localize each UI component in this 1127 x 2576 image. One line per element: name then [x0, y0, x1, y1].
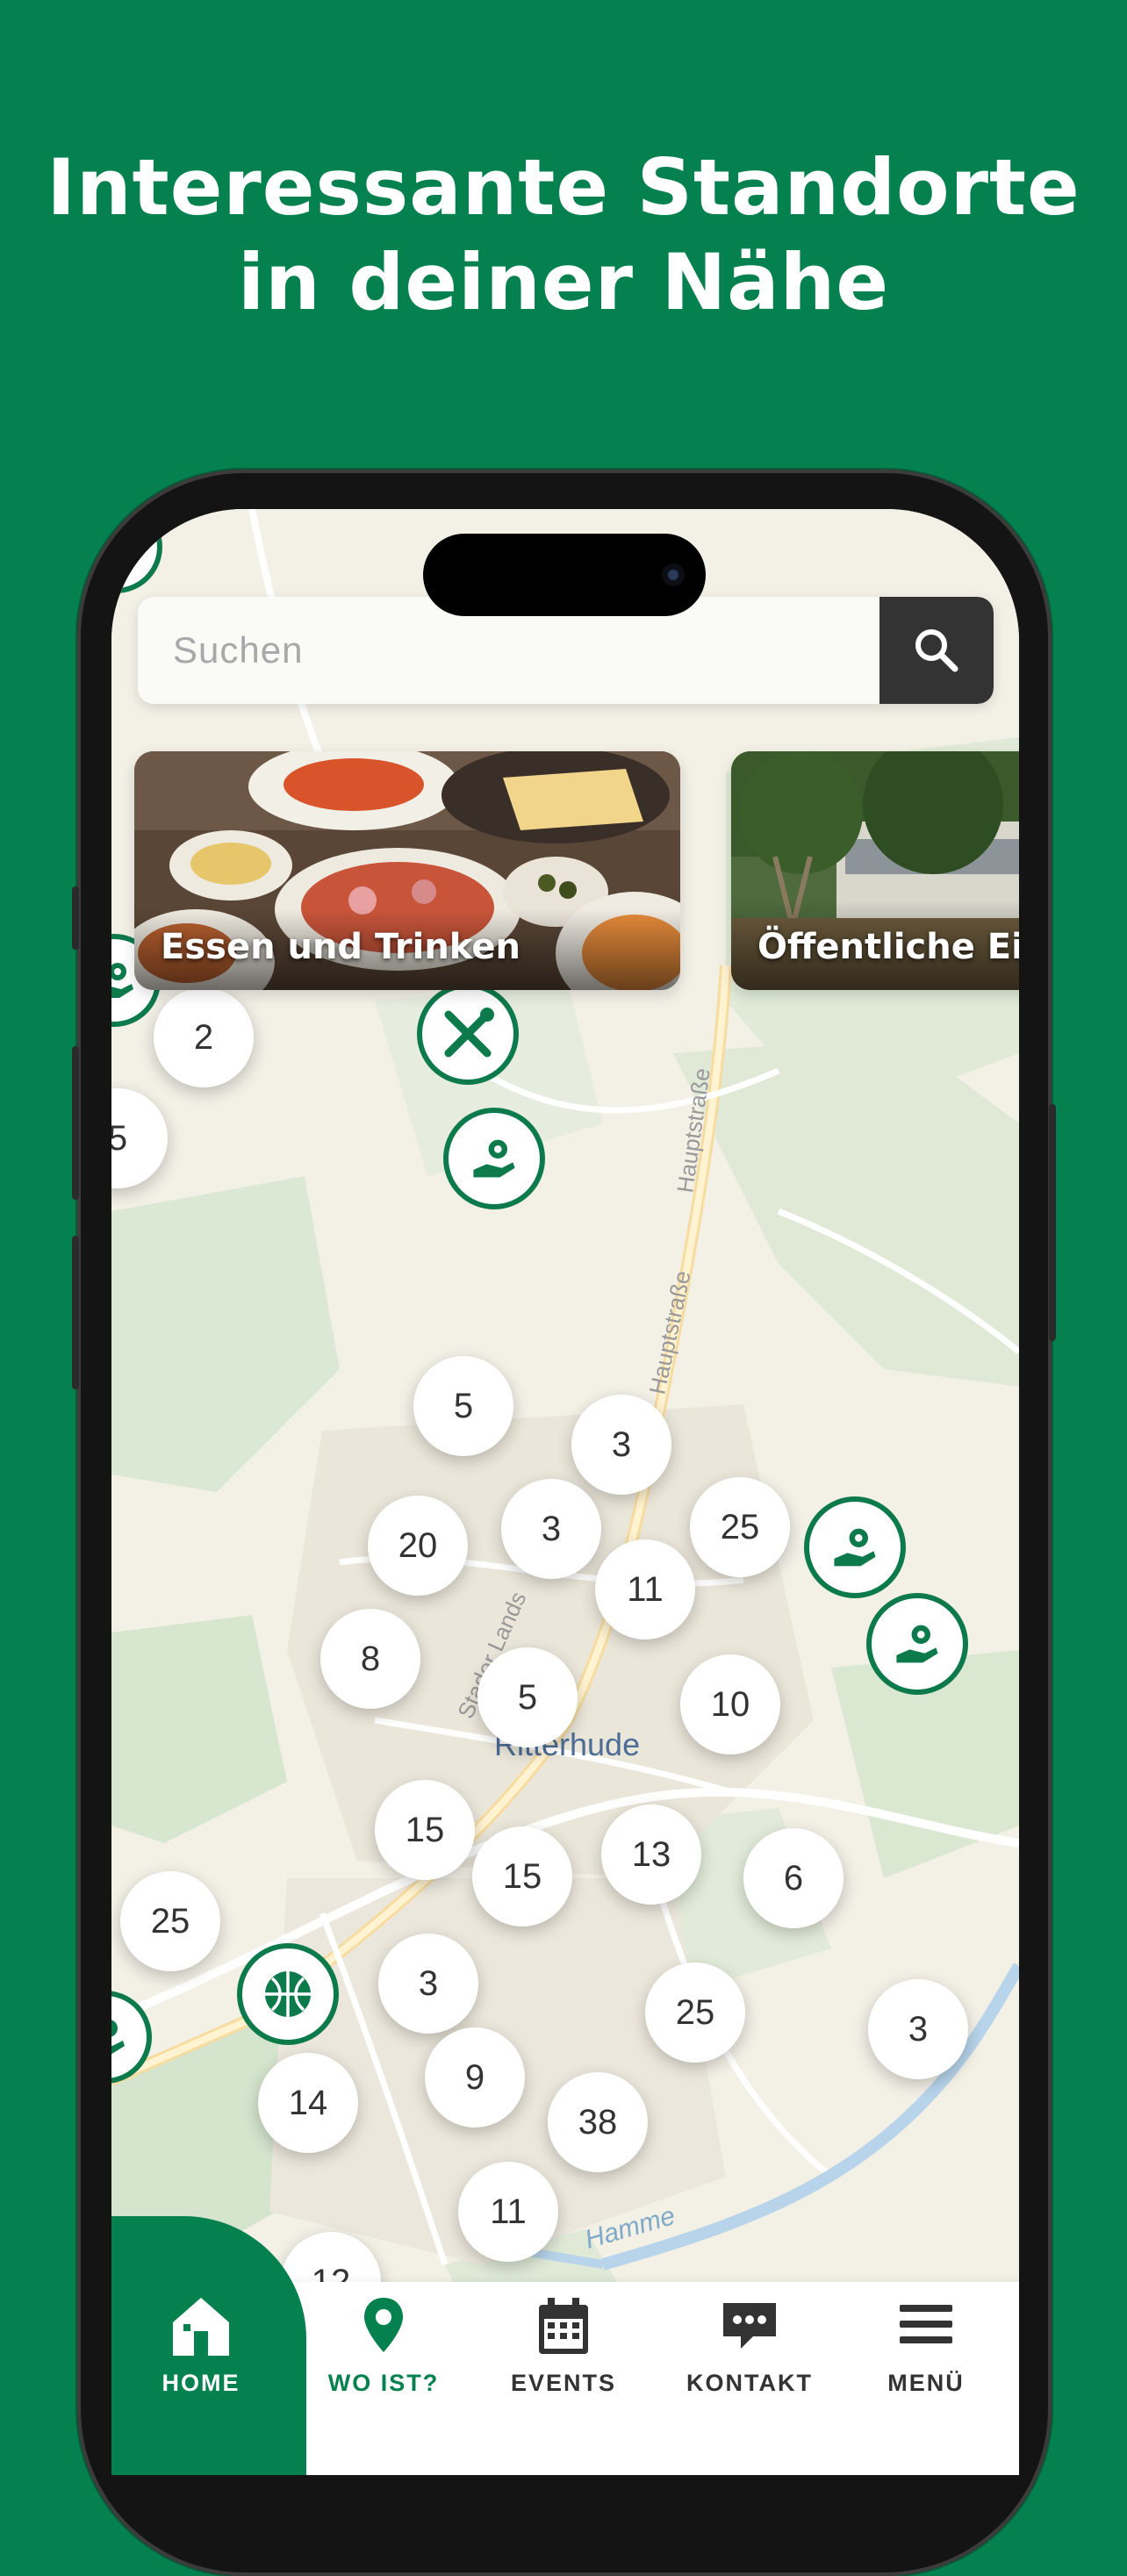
cluster-marker[interactable]: 20: [368, 1496, 468, 1596]
category-card-essen-und-trinken[interactable]: Essen und Trinken: [134, 751, 680, 990]
phone-mute-button: [72, 886, 79, 950]
front-camera-icon: [662, 563, 685, 586]
category-card-label: Essen und Trinken: [161, 927, 520, 967]
poi-marker-service[interactable]: [866, 1593, 968, 1695]
cluster-marker[interactable]: 2: [154, 987, 254, 1087]
nav-label: WO IST?: [327, 2370, 440, 2396]
poi-marker-sports[interactable]: [237, 1943, 339, 2045]
nav-label: EVENTS: [510, 2370, 617, 2396]
nav-item-wo-ist[interactable]: WO IST?: [296, 2291, 471, 2397]
location-pin-icon: [364, 2298, 403, 2352]
category-card-label: Öffentliche Ei: [757, 927, 1019, 967]
cluster-marker[interactable]: 8: [320, 1609, 420, 1709]
cluster-marker[interactable]: 25: [120, 1871, 220, 1971]
gear-hand-icon: [473, 1139, 515, 1178]
phone-power-button: [1049, 1104, 1056, 1341]
phone-volume-down-button: [72, 1236, 79, 1389]
nav-label: HOME: [162, 2370, 240, 2396]
phone-volume-up-button: [72, 1046, 79, 1200]
calendar-icon: [539, 2298, 588, 2354]
cluster-marker[interactable]: 3: [501, 1479, 601, 1579]
cluster-marker[interactable]: 14: [258, 2053, 358, 2153]
cluster-marker[interactable]: 6: [743, 1828, 843, 1928]
gear-hand-icon: [896, 1625, 938, 1663]
headline-line-1: Interessante Standorte: [47, 142, 1080, 233]
cluster-marker[interactable]: 10: [680, 1654, 780, 1754]
cluster-marker[interactable]: 13: [601, 1805, 701, 1905]
cluster-marker[interactable]: 38: [548, 2072, 648, 2172]
poi-marker-service[interactable]: [804, 1496, 906, 1598]
nav-item-events[interactable]: EVENTS: [476, 2291, 651, 2397]
search-button[interactable]: [879, 597, 994, 704]
cluster-marker[interactable]: 15: [375, 1780, 475, 1880]
tools-icon: [444, 1008, 494, 1058]
cluster-marker[interactable]: 3: [868, 1979, 968, 2079]
nav-label: KONTAKT: [686, 2370, 813, 2396]
nav-label: MENÜ: [887, 2370, 965, 2396]
phone-screen: Hamme Hauptstraße Hauptstraße Stader Lan…: [111, 509, 1019, 2475]
headline: Interessante Standorte in deiner Nähe: [0, 140, 1127, 330]
cluster-marker[interactable]: 25: [645, 1962, 745, 2063]
basketball-icon: [265, 1971, 311, 2017]
poi-marker-workshop[interactable]: [417, 983, 519, 1085]
dynamic-island: [423, 534, 706, 616]
poi-marker-service[interactable]: [443, 1108, 545, 1209]
cluster-marker[interactable]: 15: [472, 1826, 572, 1927]
cluster-marker[interactable]: 25: [690, 1477, 790, 1577]
gear-hand-icon: [834, 1528, 876, 1567]
search-icon: [915, 629, 958, 672]
chat-icon: [723, 2303, 776, 2349]
cluster-marker[interactable]: 9: [425, 2027, 525, 2128]
menu-icon: [900, 2305, 952, 2343]
gear-hand-icon: [111, 2020, 125, 2055]
nav-item-home[interactable]: HOME: [113, 2291, 289, 2397]
nav-item-menu[interactable]: MENÜ: [838, 2291, 1014, 2397]
category-card-oeffentliche-einrichtungen[interactable]: Öffentliche Ei: [731, 751, 1019, 990]
cluster-marker[interactable]: 3: [571, 1395, 671, 1495]
nav-item-kontakt[interactable]: KONTAKT: [662, 2291, 837, 2397]
gear-hand-icon: [111, 529, 135, 564]
cluster-marker[interactable]: 5: [413, 1356, 513, 1456]
cluster-marker[interactable]: 11: [458, 2162, 558, 2262]
headline-line-2: in deiner Nähe: [237, 237, 890, 327]
home-icon: [173, 2298, 229, 2356]
cluster-marker[interactable]: 3: [378, 1934, 478, 2034]
cluster-marker[interactable]: 11: [595, 1539, 695, 1640]
cluster-marker[interactable]: 5: [477, 1647, 578, 1747]
